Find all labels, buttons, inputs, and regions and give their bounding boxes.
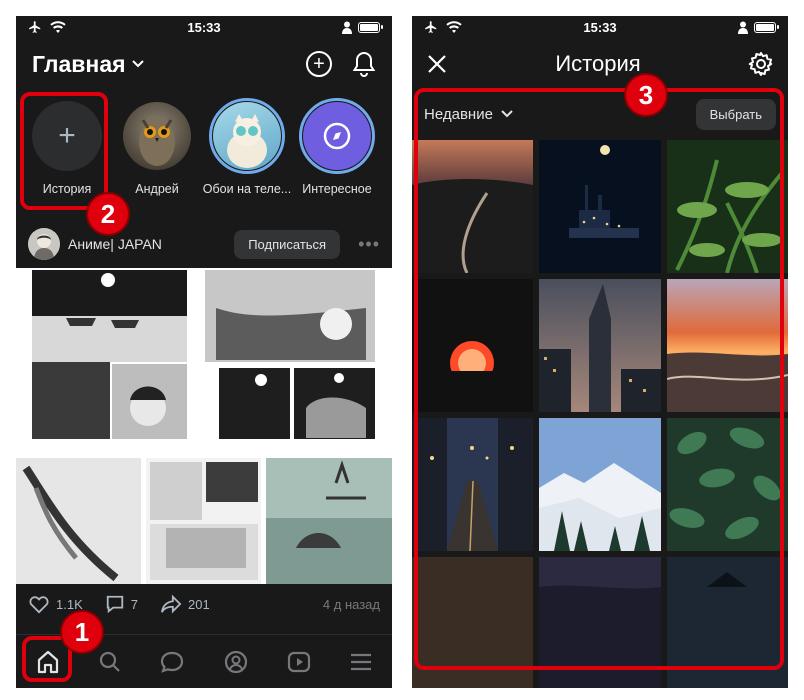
story-label: Интересное (302, 182, 372, 196)
annotation-badge-2: 2 (86, 192, 130, 236)
annotation-badge-1: 1 (60, 610, 104, 654)
add-circle-icon[interactable]: + (306, 51, 332, 77)
share-icon (160, 594, 182, 614)
story-label: Андрей (135, 182, 179, 196)
status-time: 15:33 (187, 19, 221, 35)
airplane-icon (425, 21, 437, 33)
comments-count: 7 (130, 596, 138, 612)
messages-icon[interactable] (159, 650, 185, 674)
search-icon[interactable] (98, 650, 122, 674)
shares-count: 201 (187, 596, 210, 612)
owl-avatar (123, 102, 191, 170)
story-wallpapers[interactable]: Обои на теле... (203, 98, 291, 208)
cat-avatar (213, 102, 281, 170)
story-interesting[interactable]: Интересное (296, 98, 378, 208)
close-icon[interactable] (426, 53, 448, 75)
battery-icon (754, 21, 779, 33)
post-header: Аниме| JAPAN Подписаться ••• (16, 227, 392, 261)
subscribe-button[interactable]: Подписаться (234, 229, 341, 259)
status-bar: 15:33 (16, 16, 392, 38)
airplane-icon (29, 21, 41, 33)
story-andrey[interactable]: Андрей (116, 98, 198, 208)
status-time: 15:33 (583, 19, 617, 35)
gear-icon[interactable] (748, 51, 774, 77)
compass-icon (303, 102, 371, 170)
heart-icon (29, 596, 49, 614)
share-button[interactable]: 201 (160, 594, 210, 614)
home-title-dropdown[interactable]: Главная (32, 51, 144, 78)
more-icon[interactable]: ••• (358, 234, 380, 255)
post-time: 4 д назад (322, 596, 380, 612)
profile-icon[interactable] (223, 649, 249, 675)
page-title: Главная (32, 50, 126, 77)
wifi-icon (446, 21, 462, 33)
video-icon[interactable] (286, 650, 312, 674)
page-title: История (555, 51, 641, 76)
status-bar: 15:33 (412, 16, 788, 38)
avatar[interactable] (28, 228, 60, 260)
annotation-box-story (20, 92, 108, 210)
person-icon (738, 21, 748, 34)
annotation-badge-3: 3 (624, 73, 668, 117)
wifi-icon (50, 21, 66, 33)
post-author[interactable]: Аниме| JAPAN (68, 236, 226, 252)
home-header: Главная + (16, 44, 392, 84)
chevron-down-icon (131, 60, 144, 68)
annotation-box-gallery (414, 88, 784, 670)
post-image-manga[interactable] (16, 268, 392, 584)
bell-icon[interactable] (352, 51, 376, 77)
battery-icon (358, 21, 383, 33)
comment-icon (106, 595, 123, 614)
person-icon (342, 21, 352, 34)
story-header: История (412, 44, 788, 84)
menu-icon[interactable] (349, 652, 373, 672)
story-label: Обои на теле... (202, 182, 292, 196)
comment-button[interactable]: 7 (105, 594, 138, 614)
